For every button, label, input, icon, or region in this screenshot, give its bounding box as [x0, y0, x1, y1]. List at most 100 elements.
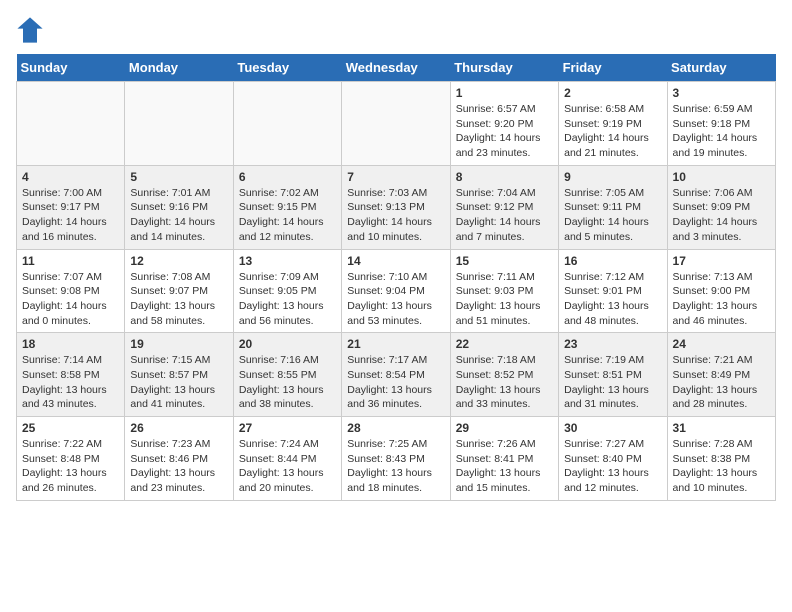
day-number: 20 — [239, 337, 336, 351]
day-info: Sunrise: 7:07 AM Sunset: 9:08 PM Dayligh… — [22, 270, 119, 329]
day-number: 5 — [130, 170, 227, 184]
day-info: Sunrise: 7:04 AM Sunset: 9:12 PM Dayligh… — [456, 186, 553, 245]
calendar-week-5: 25 Sunrise: 7:22 AM Sunset: 8:48 PM Dayli… — [17, 417, 776, 501]
day-info: Sunrise: 7:05 AM Sunset: 9:11 PM Dayligh… — [564, 186, 661, 245]
day-info: Sunrise: 7:02 AM Sunset: 9:15 PM Dayligh… — [239, 186, 336, 245]
day-number: 7 — [347, 170, 444, 184]
day-number: 4 — [22, 170, 119, 184]
day-number: 23 — [564, 337, 661, 351]
day-info: Sunrise: 7:18 AM Sunset: 8:52 PM Dayligh… — [456, 353, 553, 412]
day-info: Sunrise: 7:25 AM Sunset: 8:43 PM Dayligh… — [347, 437, 444, 496]
day-info: Sunrise: 7:11 AM Sunset: 9:03 PM Dayligh… — [456, 270, 553, 329]
day-info: Sunrise: 6:57 AM Sunset: 9:20 PM Dayligh… — [456, 102, 553, 161]
day-info: Sunrise: 7:00 AM Sunset: 9:17 PM Dayligh… — [22, 186, 119, 245]
day-number: 31 — [673, 421, 770, 435]
calendar-cell: 11 Sunrise: 7:07 AM Sunset: 9:08 PM Dayli… — [17, 249, 125, 333]
calendar-cell: 7 Sunrise: 7:03 AM Sunset: 9:13 PM Daylig… — [342, 165, 450, 249]
day-number: 21 — [347, 337, 444, 351]
calendar-cell — [125, 82, 233, 166]
calendar-cell: 31 Sunrise: 7:28 AM Sunset: 8:38 PM Dayli… — [667, 417, 775, 501]
day-number: 22 — [456, 337, 553, 351]
calendar-cell: 1 Sunrise: 6:57 AM Sunset: 9:20 PM Daylig… — [450, 82, 558, 166]
day-info: Sunrise: 7:13 AM Sunset: 9:00 PM Dayligh… — [673, 270, 770, 329]
day-info: Sunrise: 7:03 AM Sunset: 9:13 PM Dayligh… — [347, 186, 444, 245]
day-info: Sunrise: 7:24 AM Sunset: 8:44 PM Dayligh… — [239, 437, 336, 496]
day-number: 19 — [130, 337, 227, 351]
day-number: 13 — [239, 254, 336, 268]
day-number: 14 — [347, 254, 444, 268]
calendar-cell: 13Sunrise: 7:09 AM Sunset: 9:05 PM Dayli… — [233, 249, 341, 333]
calendar-cell: 12 Sunrise: 7:08 AM Sunset: 9:07 PM Dayli… — [125, 249, 233, 333]
calendar-cell: 19 Sunrise: 7:15 AM Sunset: 8:57 PM Dayli… — [125, 333, 233, 417]
calendar-cell: 28 Sunrise: 7:25 AM Sunset: 8:43 PM Dayli… — [342, 417, 450, 501]
day-info: Sunrise: 7:21 AM Sunset: 8:49 PM Dayligh… — [673, 353, 770, 412]
day-info: Sunrise: 6:58 AM Sunset: 9:19 PM Dayligh… — [564, 102, 661, 161]
calendar-cell: 17 Sunrise: 7:13 AM Sunset: 9:00 PM Dayli… — [667, 249, 775, 333]
day-number: 18 — [22, 337, 119, 351]
day-number: 3 — [673, 86, 770, 100]
weekday-header-sunday: Sunday — [17, 54, 125, 82]
calendar-cell: 16 Sunrise: 7:12 AM Sunset: 9:01 PM Dayli… — [559, 249, 667, 333]
day-info: Sunrise: 7:23 AM Sunset: 8:46 PM Dayligh… — [130, 437, 227, 496]
day-info: Sunrise: 7:06 AM Sunset: 9:09 PM Dayligh… — [673, 186, 770, 245]
calendar-cell: 2Sunrise: 6:58 AM Sunset: 9:19 PM Daylig… — [559, 82, 667, 166]
day-info: Sunrise: 6:59 AM Sunset: 9:18 PM Dayligh… — [673, 102, 770, 161]
day-info: Sunrise: 7:27 AM Sunset: 8:40 PM Dayligh… — [564, 437, 661, 496]
calendar-cell: 14 Sunrise: 7:10 AM Sunset: 9:04 PM Dayli… — [342, 249, 450, 333]
calendar-week-3: 11 Sunrise: 7:07 AM Sunset: 9:08 PM Dayli… — [17, 249, 776, 333]
weekday-header-friday: Friday — [559, 54, 667, 82]
day-number: 27 — [239, 421, 336, 435]
weekday-header-tuesday: Tuesday — [233, 54, 341, 82]
day-info: Sunrise: 7:19 AM Sunset: 8:51 PM Dayligh… — [564, 353, 661, 412]
calendar-cell: 9 Sunrise: 7:05 AM Sunset: 9:11 PM Daylig… — [559, 165, 667, 249]
weekday-header-monday: Monday — [125, 54, 233, 82]
weekday-header-saturday: Saturday — [667, 54, 775, 82]
calendar-cell: 30Sunrise: 7:27 AM Sunset: 8:40 PM Dayli… — [559, 417, 667, 501]
day-info: Sunrise: 7:01 AM Sunset: 9:16 PM Dayligh… — [130, 186, 227, 245]
calendar-week-1: 1 Sunrise: 6:57 AM Sunset: 9:20 PM Daylig… — [17, 82, 776, 166]
day-info: Sunrise: 7:15 AM Sunset: 8:57 PM Dayligh… — [130, 353, 227, 412]
calendar-cell: 4 Sunrise: 7:00 AM Sunset: 9:17 PM Daylig… — [17, 165, 125, 249]
calendar-week-4: 18 Sunrise: 7:14 AM Sunset: 8:58 PM Dayli… — [17, 333, 776, 417]
calendar-cell: 6 Sunrise: 7:02 AM Sunset: 9:15 PM Daylig… — [233, 165, 341, 249]
day-number: 26 — [130, 421, 227, 435]
calendar-cell: 18 Sunrise: 7:14 AM Sunset: 8:58 PM Dayli… — [17, 333, 125, 417]
calendar-cell — [342, 82, 450, 166]
calendar-cell: 8Sunrise: 7:04 AM Sunset: 9:12 PM Daylig… — [450, 165, 558, 249]
day-info: Sunrise: 7:17 AM Sunset: 8:54 PM Dayligh… — [347, 353, 444, 412]
day-info: Sunrise: 7:14 AM Sunset: 8:58 PM Dayligh… — [22, 353, 119, 412]
day-number: 1 — [456, 86, 553, 100]
day-number: 15 — [456, 254, 553, 268]
calendar-cell: 26 Sunrise: 7:23 AM Sunset: 8:46 PM Dayli… — [125, 417, 233, 501]
calendar-cell: 5 Sunrise: 7:01 AM Sunset: 9:16 PM Daylig… — [125, 165, 233, 249]
weekday-header-wednesday: Wednesday — [342, 54, 450, 82]
calendar-cell — [233, 82, 341, 166]
day-number: 16 — [564, 254, 661, 268]
page-header — [16, 16, 776, 44]
day-number: 11 — [22, 254, 119, 268]
day-number: 10 — [673, 170, 770, 184]
day-info: Sunrise: 7:22 AM Sunset: 8:48 PM Dayligh… — [22, 437, 119, 496]
day-number: 28 — [347, 421, 444, 435]
day-number: 29 — [456, 421, 553, 435]
day-number: 17 — [673, 254, 770, 268]
calendar-table: SundayMondayTuesdayWednesdayThursdayFrid… — [16, 54, 776, 501]
calendar-cell: 3 Sunrise: 6:59 AM Sunset: 9:18 PM Daylig… — [667, 82, 775, 166]
day-info: Sunrise: 7:28 AM Sunset: 8:38 PM Dayligh… — [673, 437, 770, 496]
logo — [16, 16, 48, 44]
day-info: Sunrise: 7:12 AM Sunset: 9:01 PM Dayligh… — [564, 270, 661, 329]
day-info: Sunrise: 7:10 AM Sunset: 9:04 PM Dayligh… — [347, 270, 444, 329]
calendar-cell: 29Sunrise: 7:26 AM Sunset: 8:41 PM Dayli… — [450, 417, 558, 501]
calendar-cell: 20Sunrise: 7:16 AM Sunset: 8:55 PM Dayli… — [233, 333, 341, 417]
day-number: 9 — [564, 170, 661, 184]
calendar-cell: 23 Sunrise: 7:19 AM Sunset: 8:51 PM Dayli… — [559, 333, 667, 417]
day-number: 6 — [239, 170, 336, 184]
calendar-week-2: 4 Sunrise: 7:00 AM Sunset: 9:17 PM Daylig… — [17, 165, 776, 249]
day-number: 25 — [22, 421, 119, 435]
weekday-header-row: SundayMondayTuesdayWednesdayThursdayFrid… — [17, 54, 776, 82]
day-number: 12 — [130, 254, 227, 268]
calendar-cell: 21 Sunrise: 7:17 AM Sunset: 8:54 PM Dayli… — [342, 333, 450, 417]
day-info: Sunrise: 7:08 AM Sunset: 9:07 PM Dayligh… — [130, 270, 227, 329]
calendar-cell: 27 Sunrise: 7:24 AM Sunset: 8:44 PM Dayli… — [233, 417, 341, 501]
weekday-header-thursday: Thursday — [450, 54, 558, 82]
